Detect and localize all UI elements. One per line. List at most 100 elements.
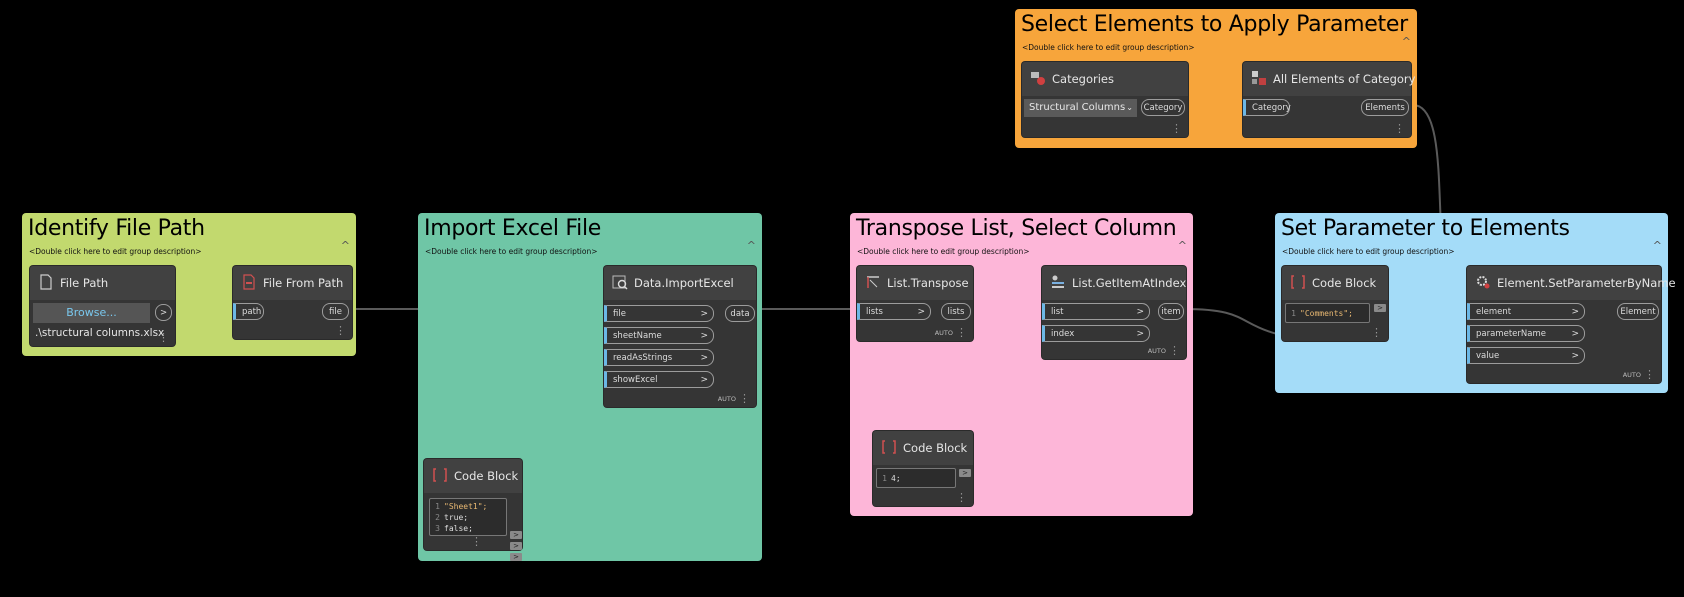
node-header[interactable]: Code Block — [1282, 266, 1388, 300]
line-number: 1 — [1291, 309, 1296, 318]
output-port-path[interactable]: > — [155, 304, 172, 321]
code-output-port[interactable]: > — [1374, 304, 1386, 312]
category-dropdown[interactable]: Structural Columns ⌄ — [1024, 99, 1137, 117]
group-description[interactable]: <Double click here to edit group descrip… — [29, 247, 202, 256]
output-port-elements[interactable]: Elements — [1361, 99, 1409, 116]
group-title: Identify File Path — [28, 216, 205, 241]
node-menu-icon[interactable]: ⋮ — [471, 536, 482, 547]
node-header[interactable]: File From Path — [233, 266, 352, 300]
input-port-path[interactable]: path — [233, 303, 264, 320]
code-editor[interactable]: 1 4; — [876, 468, 956, 488]
node-menu-icon[interactable]: ⋮ — [1371, 327, 1382, 338]
group-title: Select Elements to Apply Parameter — [1021, 12, 1408, 37]
node-header[interactable]: Element.SetParameterByName — [1467, 266, 1676, 300]
node-file-path[interactable]: File Path Browse... > .\structural colum… — [30, 266, 175, 346]
node-title: All Elements of Category — [1273, 72, 1416, 86]
input-port-index[interactable]: index > — [1042, 325, 1150, 342]
input-port-readasstrings[interactable]: readAsStrings > — [604, 349, 714, 366]
node-all-elements-of-category[interactable]: All Elements of Category Category Elemen… — [1243, 62, 1415, 137]
group-description[interactable]: <Double click here to edit group descrip… — [857, 247, 1030, 256]
port-label: index — [1051, 329, 1075, 339]
node-header[interactable]: Categories — [1022, 62, 1188, 96]
output-port-category[interactable]: Category — [1141, 99, 1185, 116]
node-header[interactable]: Data.ImportExcel — [604, 266, 756, 300]
node-code-block-index[interactable]: Code Block 1 4; > ⋮ — [873, 431, 973, 506]
code-output-port[interactable]: > — [510, 531, 522, 539]
code-line: false; — [444, 524, 473, 533]
node-element-setparameterbyname[interactable]: Element.SetParameterByName element > para… — [1467, 266, 1676, 383]
node-code-block-comments[interactable]: Code Block 1 "Comments"; > ⋮ — [1282, 266, 1388, 341]
code-output-port[interactable]: > — [510, 553, 522, 561]
input-port-list[interactable]: list > — [1042, 303, 1150, 320]
code-output-port[interactable]: > — [959, 469, 971, 477]
lacing-label[interactable]: AUTO — [935, 329, 953, 337]
node-menu-icon[interactable]: ⋮ — [335, 325, 346, 336]
group-description[interactable]: <Double click here to edit group descrip… — [425, 247, 598, 256]
node-title: List.GetItemAtIndex — [1072, 276, 1187, 290]
node-header[interactable]: List.GetItemAtIndex — [1042, 266, 1186, 300]
input-port-lists[interactable]: lists > — [857, 303, 931, 320]
code-editor[interactable]: 1 "Sheet1"; 2 true; 3 false; — [429, 498, 507, 536]
input-port-file[interactable]: file > — [604, 305, 714, 322]
node-list-transpose[interactable]: List.Transpose lists > lists AUTO ⋮ — [857, 266, 973, 341]
input-port-value[interactable]: value > — [1467, 347, 1585, 364]
output-port-file[interactable]: file — [322, 303, 349, 320]
node-categories[interactable]: Categories Structural Columns ⌄ Category… — [1022, 62, 1188, 137]
input-port-sheetname[interactable]: sheetName > — [604, 327, 714, 344]
port-label: showExcel — [613, 375, 658, 385]
node-body: Structural Columns ⌄ Category ⋮ — [1022, 96, 1188, 137]
browse-button[interactable]: Browse... — [33, 303, 150, 323]
port-arrow: > — [1571, 351, 1579, 361]
node-header[interactable]: File Path — [30, 266, 175, 300]
node-body: path file ⋮ — [233, 300, 352, 339]
lacing-label[interactable]: AUTO — [718, 395, 736, 403]
output-port-data[interactable]: data — [725, 305, 755, 322]
input-port-element[interactable]: element > — [1467, 303, 1585, 320]
output-port-item[interactable]: item — [1158, 303, 1184, 320]
node-file-from-path[interactable]: File From Path path file ⋮ — [233, 266, 352, 339]
node-code-block-sheet[interactable]: Code Block 1 "Sheet1"; 2 true; 3 false; > >… — [424, 459, 522, 561]
code-output-port[interactable]: > — [510, 542, 522, 550]
collapse-icon[interactable]: ^ — [1653, 239, 1662, 252]
node-menu-icon[interactable]: ⋮ — [158, 332, 169, 343]
group-description[interactable]: <Double click here to edit group descrip… — [1022, 43, 1195, 52]
group-description[interactable]: <Double click here to edit group descrip… — [1282, 247, 1455, 256]
node-header[interactable]: Code Block — [873, 431, 973, 465]
node-menu-icon[interactable]: ⋮ — [1644, 369, 1655, 380]
collapse-icon[interactable]: ^ — [747, 239, 756, 252]
lacing-label[interactable]: AUTO — [1148, 347, 1166, 355]
node-menu-icon[interactable]: ⋮ — [956, 327, 967, 338]
output-port-lists[interactable]: lists — [941, 303, 971, 320]
node-header[interactable]: List.Transpose — [857, 266, 973, 300]
node-menu-icon[interactable]: ⋮ — [1169, 345, 1180, 356]
node-menu-icon[interactable]: ⋮ — [956, 492, 967, 503]
node-title: Element.SetParameterByName — [1497, 276, 1676, 290]
node-list-getitematindex[interactable]: List.GetItemAtIndex list > index > item AU… — [1042, 266, 1186, 359]
collapse-icon[interactable]: ^ — [1178, 239, 1187, 252]
port-arrow: > — [700, 331, 708, 341]
port-arrow: > — [700, 375, 708, 385]
input-port-showexcel[interactable]: showExcel > — [604, 371, 714, 388]
lacing-label[interactable]: AUTO — [1623, 371, 1641, 379]
chevron-down-icon: ⌄ — [1126, 103, 1133, 112]
code-editor[interactable]: 1 "Comments"; — [1285, 303, 1370, 323]
node-menu-icon[interactable]: ⋮ — [739, 393, 750, 404]
node-menu-icon[interactable]: ⋮ — [1394, 123, 1405, 134]
node-data-import-excel[interactable]: Data.ImportExcel file > sheetName > readAs… — [604, 266, 756, 407]
input-port-category[interactable]: Category — [1243, 99, 1291, 116]
node-body: Category Elements ⋮ — [1243, 96, 1411, 137]
all-elements-icon — [1252, 71, 1266, 85]
output-port-element[interactable]: Element — [1617, 303, 1659, 320]
port-arrow: > — [1571, 307, 1579, 317]
input-port-parametername[interactable]: parameterName > — [1467, 325, 1585, 342]
collapse-icon[interactable]: ^ — [1402, 35, 1411, 48]
code-line: "Sheet1"; — [444, 502, 488, 511]
collapse-icon[interactable]: ^ — [341, 239, 350, 252]
node-header[interactable]: All Elements of Category — [1243, 62, 1415, 96]
port-arrow: > — [1136, 307, 1144, 317]
port-arrow: > — [1136, 329, 1144, 339]
node-menu-icon[interactable]: ⋮ — [1171, 123, 1182, 134]
node-body: file > sheetName > readAsStrings > showExce… — [604, 300, 756, 407]
node-header[interactable]: Code Block — [424, 459, 522, 493]
port-label: element — [1476, 307, 1512, 317]
